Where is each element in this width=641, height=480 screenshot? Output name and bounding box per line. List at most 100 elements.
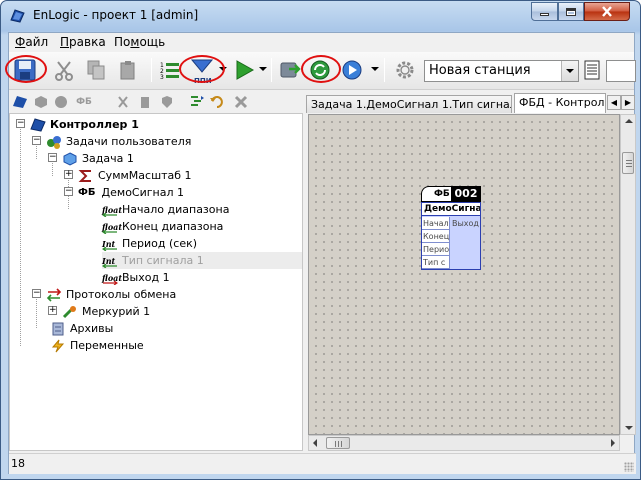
- fb-input-pin[interactable]: Начал: [422, 217, 450, 230]
- tree-node-sum-scale[interactable]: + СуммМасштаб 1: [64, 167, 192, 184]
- notes-button[interactable]: [579, 57, 605, 83]
- highlight-ring-sync: [301, 55, 341, 83]
- main-toolbar: 1 2 3 ППИ Новая станция: [5, 52, 636, 90]
- chevron-down-icon[interactable]: [561, 61, 578, 81]
- tree-node-label: Начало диапазона: [122, 203, 230, 216]
- menu-file-accel: Ф: [15, 35, 26, 49]
- float-input-icon: float: [102, 203, 122, 217]
- cut-button[interactable]: [51, 57, 77, 83]
- collapse-icon[interactable]: −: [64, 187, 73, 196]
- scroll-down-icon[interactable]: [625, 426, 633, 430]
- fb-input-pin[interactable]: Перио: [422, 243, 450, 256]
- tree-refresh-icon[interactable]: [189, 94, 205, 110]
- maximize-button[interactable]: [558, 2, 584, 21]
- settings-button[interactable]: [392, 57, 418, 83]
- delete-bin-icon[interactable]: [137, 94, 153, 110]
- step-dropdown-arrow[interactable]: [371, 67, 379, 71]
- minimize-button[interactable]: [531, 2, 558, 21]
- scroll-up-icon[interactable]: [625, 119, 633, 123]
- horizontal-scroll-thumb[interactable]: [326, 437, 350, 449]
- undo-icon[interactable]: [209, 94, 225, 110]
- float-input-icon: float: [102, 220, 122, 234]
- tree-node-var-period[interactable]: Int Период (сек): [102, 235, 197, 252]
- paste-icon: [120, 61, 135, 80]
- menu-help-label: ощь: [139, 35, 166, 49]
- tree-node-label: Контроллер 1: [50, 118, 139, 131]
- step-button[interactable]: [339, 57, 365, 83]
- tree-node-controller[interactable]: − Контроллер 1: [16, 116, 139, 133]
- paste-button[interactable]: [115, 57, 141, 83]
- collapse-icon[interactable]: −: [16, 119, 25, 128]
- scroll-left-icon[interactable]: [313, 439, 317, 447]
- tree-node-var-out[interactable]: float Выход 1: [102, 269, 170, 286]
- close-x-icon[interactable]: [233, 94, 249, 110]
- function-block[interactable]: ФБ 002 ДемоСигна Начал Конец Перио Тип с…: [421, 186, 481, 270]
- grip-line: [626, 166, 632, 167]
- tree-toolbar: ФБ: [9, 91, 303, 113]
- tree-node-protocols[interactable]: − Протоколы обмена: [32, 286, 176, 303]
- tree-node-var-type[interactable]: Int Тип сигнала 1: [102, 252, 302, 269]
- task-cube-icon: [62, 151, 78, 166]
- shield-icon[interactable]: [159, 94, 175, 110]
- copy-icon: [87, 60, 105, 80]
- toolbar-extra-field[interactable]: [606, 60, 636, 82]
- menu-help[interactable]: Помощь: [114, 35, 165, 49]
- tree-node-label: Тип сигнала 1: [122, 254, 204, 267]
- run-button[interactable]: [231, 57, 257, 83]
- fb-input-pin[interactable]: Конец: [422, 230, 450, 243]
- collapse-icon[interactable]: −: [48, 153, 57, 162]
- tree-node-mercury[interactable]: + Меркурий 1: [48, 303, 150, 320]
- scroll-right-icon[interactable]: [611, 439, 615, 447]
- tree-node-archives[interactable]: Архивы: [50, 320, 113, 337]
- tree-node-label: Меркурий 1: [82, 305, 151, 318]
- tab-signal-type[interactable]: Задача 1.ДемоСигнал 1.Тип сигнала 1: [306, 95, 512, 113]
- fb-add-button[interactable]: ФБ: [73, 94, 95, 110]
- expand-icon[interactable]: +: [64, 170, 73, 179]
- chevron-left-icon: ◀: [610, 98, 618, 107]
- tab-scroll-right-button[interactable]: ▶: [621, 95, 635, 110]
- station-select[interactable]: Новая станция: [424, 60, 579, 82]
- controller-icon[interactable]: [12, 94, 28, 110]
- maximize-icon: [566, 7, 576, 16]
- svg-text:3: 3: [160, 74, 164, 81]
- fb-input-pin[interactable]: Тип с: [422, 256, 450, 269]
- title-bar[interactable]: EnLogic - проект 1 [admin]: [1, 1, 640, 31]
- fb-output-pin[interactable]: Выход: [452, 217, 479, 230]
- resize-grip-icon[interactable]: [624, 462, 634, 472]
- vertical-scrollbar[interactable]: [620, 114, 636, 435]
- menu-file[interactable]: Файл: [15, 35, 48, 49]
- play-icon: [236, 60, 255, 80]
- menu-edit[interactable]: Правка: [60, 35, 106, 49]
- upload-button[interactable]: [277, 57, 303, 83]
- tasks-group-icon: [46, 135, 62, 149]
- run-dropdown-arrow[interactable]: [259, 67, 267, 71]
- collapse-icon[interactable]: −: [32, 289, 41, 298]
- tree-node-variables[interactable]: Переменные: [50, 337, 144, 354]
- horizontal-scrollbar[interactable]: [308, 435, 620, 451]
- tree-node-var-end[interactable]: float Конец диапазона: [102, 218, 223, 235]
- expand-icon[interactable]: +: [48, 306, 57, 315]
- tab-fbd-controller[interactable]: ФБД - Контрол: [514, 93, 606, 113]
- app-logo-icon: [10, 9, 25, 23]
- tab-scroll-left-button[interactable]: ◀: [607, 95, 621, 110]
- collapse-icon[interactable]: −: [32, 136, 41, 145]
- toolbar-separator: [151, 58, 152, 82]
- exchange-arrows-icon: [46, 287, 62, 302]
- vertical-scroll-thumb[interactable]: [622, 152, 634, 174]
- tree-node-demo-signal[interactable]: − ФБ ДемоСигнал 1: [64, 184, 184, 201]
- fb-name: ДемоСигна: [422, 203, 480, 216]
- minimize-icon: [540, 13, 549, 16]
- menu-file-label: айл: [25, 35, 49, 49]
- project-tree[interactable]: − Контроллер 1 − Задачи пользователя − З…: [9, 113, 303, 451]
- tree-node-task[interactable]: − Задача 1: [48, 150, 134, 167]
- tree-node-label: Задача 1: [82, 152, 134, 165]
- tree-node-user-tasks[interactable]: − Задачи пользователя: [32, 133, 191, 150]
- sigma-icon: [78, 169, 94, 183]
- copy-button[interactable]: [83, 57, 109, 83]
- cut-disabled-icon[interactable]: [115, 94, 131, 110]
- close-button[interactable]: [584, 2, 630, 21]
- task-cube-icon[interactable]: [33, 94, 49, 110]
- puzzle-icon[interactable]: [53, 94, 69, 110]
- tree-node-var-start[interactable]: float Начало диапазона: [102, 201, 229, 218]
- fbd-canvas[interactable]: ФБ 002 ДемоСигна Начал Конец Перио Тип с…: [308, 114, 620, 435]
